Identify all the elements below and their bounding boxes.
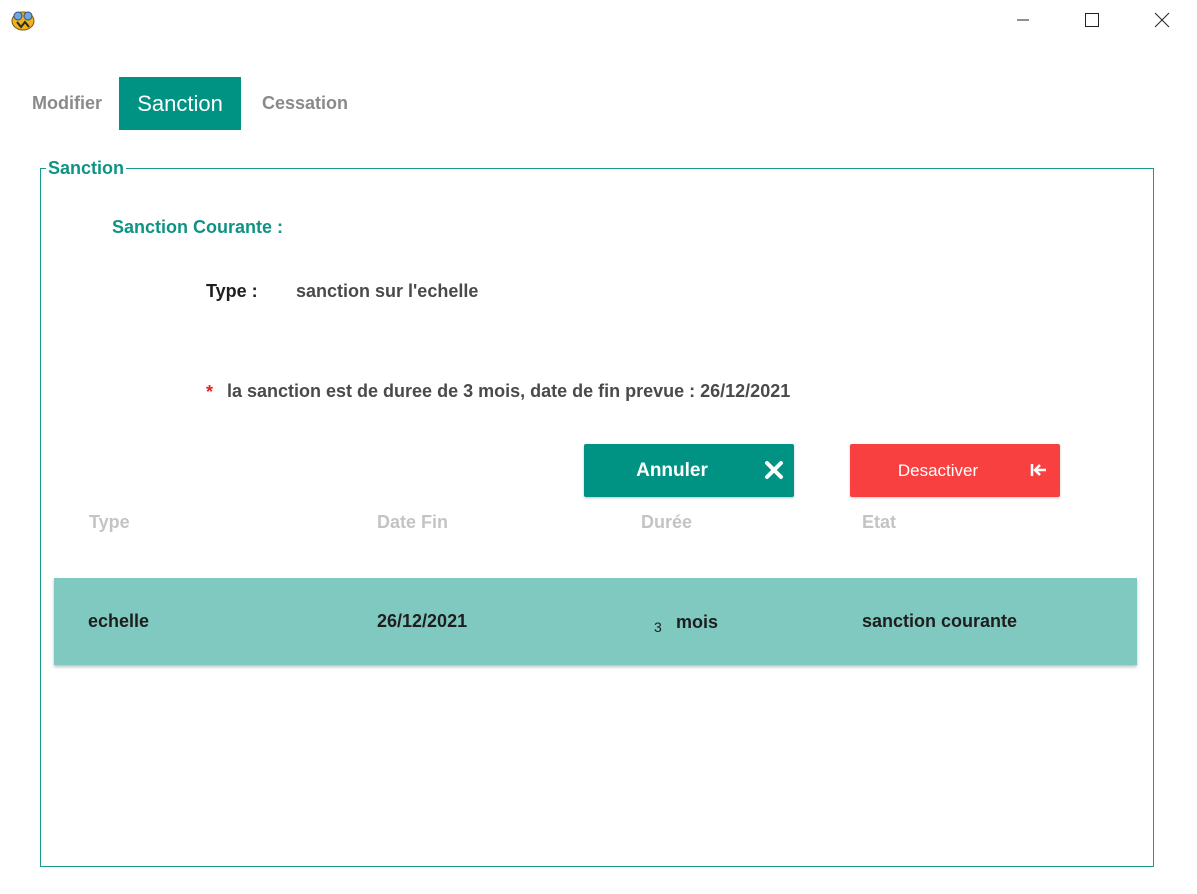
column-header-type: Type [89, 512, 130, 532]
type-label: Type : [206, 281, 258, 301]
maximize-icon [1085, 13, 1099, 27]
current-sanction-label: Sanction Courante : [112, 217, 284, 237]
cell-duree-value: 3 [654, 619, 662, 635]
tab-modifier[interactable]: Modifier [22, 77, 112, 130]
sanction-groupbox [40, 168, 1154, 867]
cell-etat: sanction courante [862, 611, 1018, 631]
close-x-icon [765, 461, 783, 479]
column-header-etat: Etat [862, 512, 897, 532]
exit-arrow-icon [1030, 464, 1046, 476]
cell-type: echelle [88, 611, 150, 631]
tab-cessation[interactable]: Cessation [252, 77, 358, 130]
groupbox-legend: Sanction [46, 158, 127, 178]
column-header-duree: Durée [641, 512, 693, 532]
annuler-button[interactable]: Annuler [584, 444, 794, 497]
cell-duree-unit: mois [676, 612, 719, 632]
close-window-button[interactable] [1147, 6, 1177, 34]
tab-sanction[interactable]: Sanction [119, 77, 241, 130]
required-marker: * [206, 382, 214, 402]
column-header-date-fin: Date Fin [377, 512, 449, 532]
cell-date-fin: 26/12/2021 [377, 611, 468, 631]
duration-note: la sanction est de duree de 3 mois, date… [227, 381, 791, 401]
type-value: sanction sur l'echelle [296, 281, 479, 301]
minimize-icon [1017, 19, 1029, 21]
desactiver-button[interactable]: Desactiver [850, 444, 1060, 497]
close-icon [1154, 12, 1170, 28]
maximize-button[interactable] [1077, 6, 1107, 34]
desactiver-label: Desactiver [897, 460, 979, 480]
app-logo-icon [10, 8, 36, 32]
minimize-button[interactable] [1008, 6, 1038, 34]
annuler-label: Annuler [636, 459, 708, 481]
